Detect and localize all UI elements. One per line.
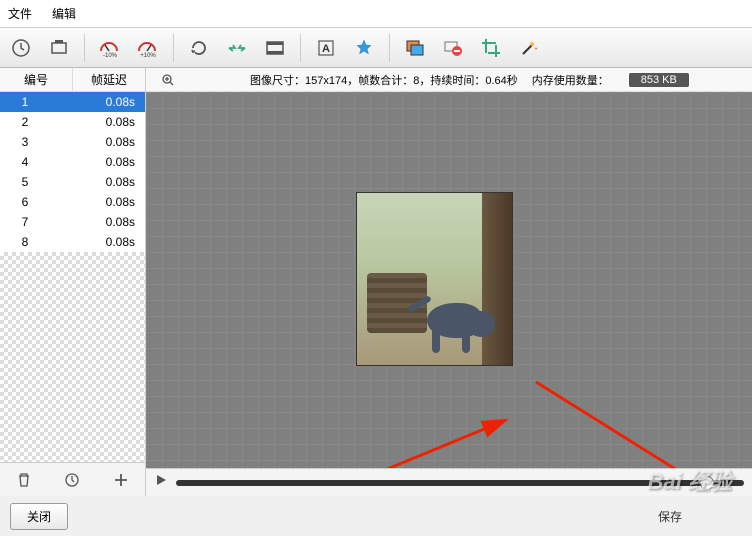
crop-icon[interactable] — [476, 33, 506, 63]
svg-text:A: A — [322, 43, 330, 55]
frame-row[interactable]: 60.08s — [0, 192, 145, 212]
frame-number: 1 — [0, 92, 50, 112]
toolbar: -10% +10% A — [0, 28, 752, 68]
frame-list[interactable]: 10.08s20.08s30.08s40.08s50.08s60.08s70.0… — [0, 92, 145, 252]
frame-number: 5 — [0, 172, 50, 192]
image-icon[interactable] — [400, 33, 430, 63]
effects-icon[interactable] — [514, 33, 544, 63]
annotation-arrow-1 — [346, 412, 526, 468]
footer: 关闭 保存 — [0, 496, 752, 536]
frame-row[interactable]: 30.08s — [0, 132, 145, 152]
menu-file[interactable]: 文件 — [8, 5, 32, 22]
frame-number: 6 — [0, 192, 50, 212]
col-delay[interactable]: 帧延迟 — [73, 68, 145, 91]
frame-delay: 0.08s — [50, 112, 145, 132]
speed-down-icon[interactable]: -10% — [95, 33, 125, 63]
save-label[interactable]: 保存 — [658, 508, 682, 525]
frame-row[interactable]: 50.08s — [0, 172, 145, 192]
col-number[interactable]: 编号 — [0, 68, 73, 91]
frame-list-header: 编号 帧延迟 — [0, 68, 145, 92]
frame-delay: 0.08s — [50, 192, 145, 212]
timeline-slider[interactable] — [176, 480, 744, 486]
rotate-icon[interactable] — [184, 33, 214, 63]
add-frame-button[interactable] — [107, 468, 135, 492]
preview-image — [356, 192, 513, 366]
image-info-text: 图像尺寸：157x174，帧数合计：8，持续时间：0.64秒 — [250, 72, 518, 88]
frame-sidebar: 编号 帧延迟 10.08s20.08s30.08s40.08s50.08s60.… — [0, 68, 146, 496]
frame-time-button[interactable] — [58, 468, 86, 492]
play-button[interactable] — [154, 473, 168, 492]
frame-delay: 0.08s — [50, 92, 145, 112]
delete-frames-icon[interactable] — [438, 33, 468, 63]
clock-icon[interactable] — [6, 33, 36, 63]
frame-delay: 0.08s — [50, 152, 145, 172]
frame-row[interactable]: 80.08s — [0, 232, 145, 252]
zoom-in-icon[interactable] — [154, 68, 182, 92]
memory-label: 内存使用数量： — [532, 72, 609, 88]
frame-delay: 0.08s — [50, 172, 145, 192]
frame-delay: 0.08s — [50, 132, 145, 152]
flip-icon[interactable] — [222, 33, 252, 63]
svg-text:+10%: +10% — [140, 53, 156, 59]
frame-delay: 0.08s — [50, 212, 145, 232]
frame-row[interactable]: 70.08s — [0, 212, 145, 232]
frame-delay: 0.08s — [50, 232, 145, 252]
menu-edit[interactable]: 编辑 — [52, 5, 76, 22]
frame-row[interactable]: 10.08s — [0, 92, 145, 112]
screenshot-icon[interactable] — [44, 33, 74, 63]
memory-badge: 853 KB — [629, 73, 689, 87]
text-icon[interactable]: A — [311, 33, 341, 63]
watermark-icon[interactable] — [349, 33, 379, 63]
canvas[interactable] — [146, 92, 752, 468]
timeline-thumb[interactable] — [700, 476, 714, 490]
delete-frame-button[interactable] — [10, 468, 38, 492]
close-button[interactable]: 关闭 — [10, 503, 68, 530]
frames-icon[interactable] — [260, 33, 290, 63]
speed-up-icon[interactable]: +10% — [133, 33, 163, 63]
canvas-info-bar: 图像尺寸：157x174，帧数合计：8，持续时间：0.64秒 内存使用数量： 8… — [146, 68, 752, 92]
frame-number: 7 — [0, 212, 50, 232]
frame-number: 8 — [0, 232, 50, 252]
frame-number: 4 — [0, 152, 50, 172]
frame-row[interactable]: 40.08s — [0, 152, 145, 172]
frame-number: 3 — [0, 132, 50, 152]
frame-row[interactable]: 20.08s — [0, 112, 145, 132]
frame-number: 2 — [0, 112, 50, 132]
menu-bar: 文件 编辑 — [0, 0, 752, 28]
playback-bar — [146, 468, 752, 496]
annotation-arrow-2 — [526, 372, 752, 468]
svg-text:-10%: -10% — [103, 53, 118, 59]
